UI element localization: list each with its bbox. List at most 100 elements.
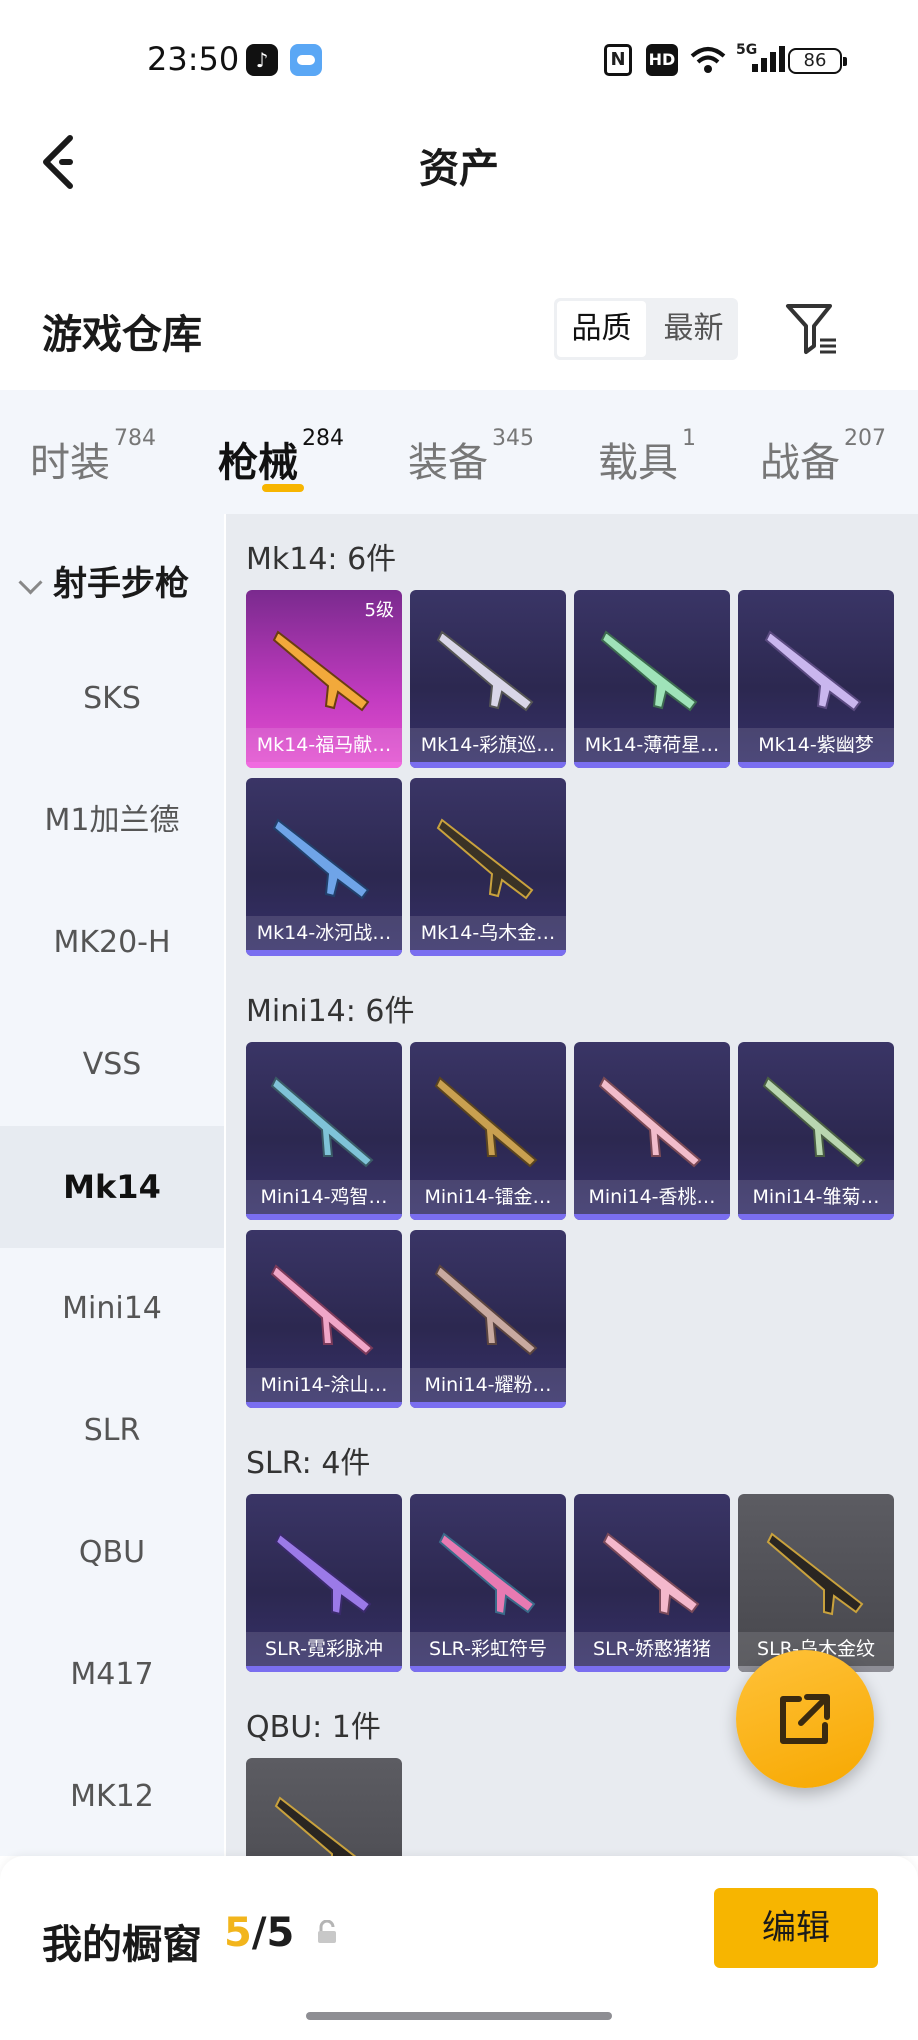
sidebar-item-vss[interactable]: VSS bbox=[0, 1004, 224, 1126]
rifle-icon bbox=[434, 1076, 538, 1168]
sidebar-group-label: 射手步枪 bbox=[53, 564, 189, 604]
showcase-separator: / bbox=[251, 1910, 267, 1956]
showcase-total: 5 bbox=[266, 1910, 295, 1956]
filter-icon[interactable] bbox=[784, 300, 840, 356]
rifle-icon bbox=[438, 1532, 536, 1616]
weapon-card[interactable] bbox=[246, 1758, 402, 1856]
tab-count: 284 bbox=[302, 426, 344, 451]
weapon-card[interactable]: SLR-彩虹符号 bbox=[410, 1494, 566, 1672]
weapon-name: Mk14-薄荷星… bbox=[574, 728, 730, 762]
nfc-icon: N bbox=[604, 44, 632, 76]
weapon-card[interactable]: Mk14-薄荷星… bbox=[574, 590, 730, 768]
rarity-stripe bbox=[246, 950, 402, 956]
tab-count: 345 bbox=[492, 426, 534, 451]
category-tabs: 时装784 枪械284 装备345 载具1 战备207 bbox=[0, 390, 918, 514]
home-indicator[interactable] bbox=[306, 2012, 612, 2020]
status-time: 23:50 bbox=[147, 40, 240, 78]
weapon-card[interactable]: 5级 Mk14-福马献… bbox=[246, 590, 402, 768]
rifle-icon bbox=[272, 818, 370, 900]
rifle-icon bbox=[600, 630, 698, 712]
tab-vehicles[interactable]: 载具1 bbox=[598, 426, 696, 488]
rifle-icon bbox=[602, 1532, 700, 1616]
weapon-card[interactable]: Mk14-冰河战… bbox=[246, 778, 402, 956]
weapon-name: Mk14-福马献… bbox=[246, 728, 402, 762]
weapon-name: Mk14-冰河战… bbox=[246, 916, 402, 950]
sidebar-item-sks[interactable]: SKS bbox=[0, 638, 224, 760]
group-title-mini14: Mini14: 6件 bbox=[246, 994, 415, 1029]
group-title-slr: SLR: 4件 bbox=[246, 1446, 371, 1481]
sort-segmented-control: 品质 最新 bbox=[554, 298, 738, 360]
weapon-name: SLR-彩虹符号 bbox=[410, 1632, 566, 1666]
tab-fashion[interactable]: 时装784 bbox=[30, 426, 156, 488]
sidebar-item-mk20h[interactable]: MK20-H bbox=[0, 882, 224, 1004]
rifle-icon bbox=[436, 818, 534, 900]
weapon-card[interactable]: SLR-霓彩脉冲 bbox=[246, 1494, 402, 1672]
weapon-name: Mini14-鸡智… bbox=[246, 1180, 402, 1214]
sidebar-item-m417[interactable]: M417 bbox=[0, 1614, 224, 1736]
weapon-card[interactable]: SLR-娇憨猪猪 bbox=[574, 1494, 730, 1672]
hd-icon: HD bbox=[646, 44, 678, 76]
tab-count: 784 bbox=[114, 426, 156, 451]
weapon-card[interactable]: Mini14-耀粉… bbox=[410, 1230, 566, 1408]
group-title-qbu: QBU: 1件 bbox=[246, 1710, 381, 1745]
sidebar-group-marksman[interactable]: 射手步枪 bbox=[18, 556, 189, 605]
active-tab-indicator bbox=[262, 484, 304, 492]
rarity-stripe bbox=[410, 950, 566, 956]
status-bar: 23:50 ♪ N HD 5G 86 bbox=[0, 0, 918, 120]
wifi-icon bbox=[690, 47, 726, 73]
share-icon bbox=[780, 1694, 830, 1744]
rarity-stripe bbox=[410, 1402, 566, 1408]
weapon-name: SLR-娇憨猪猪 bbox=[574, 1632, 730, 1666]
sidebar-item-mk14[interactable]: Mk14 bbox=[0, 1126, 224, 1248]
sidebar-item-qbu[interactable]: QBU bbox=[0, 1492, 224, 1614]
tab-label: 装备 bbox=[408, 440, 488, 486]
edit-button[interactable]: 编辑 bbox=[714, 1888, 878, 1968]
showcase-current: 5 bbox=[224, 1910, 252, 1956]
showcase-label: 我的橱窗 bbox=[42, 1922, 202, 1968]
rifle-icon bbox=[434, 1264, 538, 1356]
signal-icon: 5G bbox=[736, 42, 788, 76]
battery-level: 86 bbox=[803, 50, 827, 71]
weapon-card[interactable]: Mini14-镭金… bbox=[410, 1042, 566, 1220]
tab-supplies[interactable]: 战备207 bbox=[760, 426, 886, 488]
rifle-icon bbox=[762, 1076, 866, 1168]
page-title: 资产 bbox=[419, 146, 499, 192]
tab-label: 载具 bbox=[598, 440, 678, 486]
sidebar-item-m1-garand[interactable]: M1加兰德 bbox=[0, 760, 224, 882]
tab-weapons[interactable]: 枪械284 bbox=[218, 426, 344, 488]
rifle-icon bbox=[274, 1532, 372, 1616]
sidebar-item-mk12[interactable]: MK12 bbox=[0, 1736, 224, 1858]
weapon-name: Mini14-雏菊… bbox=[738, 1180, 894, 1214]
tab-label: 枪械 bbox=[218, 440, 298, 486]
weapon-card[interactable]: Mini14-鸡智… bbox=[246, 1042, 402, 1220]
weapon-card[interactable]: Mk14-乌木金… bbox=[410, 778, 566, 956]
weather-icon bbox=[290, 44, 322, 76]
tab-equipment[interactable]: 装备345 bbox=[408, 426, 534, 488]
weapon-card[interactable]: Mini14-涂山… bbox=[246, 1230, 402, 1408]
rifle-icon bbox=[764, 630, 862, 712]
showcase-count: 5/5 bbox=[224, 1910, 294, 1956]
weapon-card[interactable]: Mini14-香桃… bbox=[574, 1042, 730, 1220]
tab-label: 时装 bbox=[30, 440, 110, 486]
rarity-stripe bbox=[738, 762, 894, 768]
weapon-name: Mini14-镭金… bbox=[410, 1180, 566, 1214]
tab-label: 战备 bbox=[760, 440, 840, 486]
weapon-card[interactable]: Mk14-紫幽梦 bbox=[738, 590, 894, 768]
weapon-card[interactable]: Mini14-雏菊… bbox=[738, 1042, 894, 1220]
sort-quality-button[interactable]: 品质 bbox=[557, 301, 646, 357]
weapon-name: Mini14-涂山… bbox=[246, 1368, 402, 1402]
weapon-card[interactable]: Mk14-彩旗巡… bbox=[410, 590, 566, 768]
weapon-name: Mk14-紫幽梦 bbox=[738, 728, 894, 762]
rifle-icon bbox=[274, 1796, 357, 1856]
rarity-stripe bbox=[410, 1214, 566, 1220]
sort-newest-button[interactable]: 最新 bbox=[649, 298, 738, 360]
rarity-stripe bbox=[246, 762, 402, 768]
share-button[interactable] bbox=[736, 1650, 874, 1788]
rifle-icon bbox=[598, 1076, 702, 1168]
weapon-name: Mini14-香桃… bbox=[574, 1180, 730, 1214]
battery-icon: 86 bbox=[788, 48, 847, 74]
weapon-card[interactable]: SLR-乌木金纹 bbox=[738, 1494, 894, 1672]
sidebar-item-mini14[interactable]: Mini14 bbox=[0, 1248, 224, 1370]
sidebar-item-slr[interactable]: SLR bbox=[0, 1370, 224, 1492]
weapon-name: Mk14-彩旗巡… bbox=[410, 728, 566, 762]
